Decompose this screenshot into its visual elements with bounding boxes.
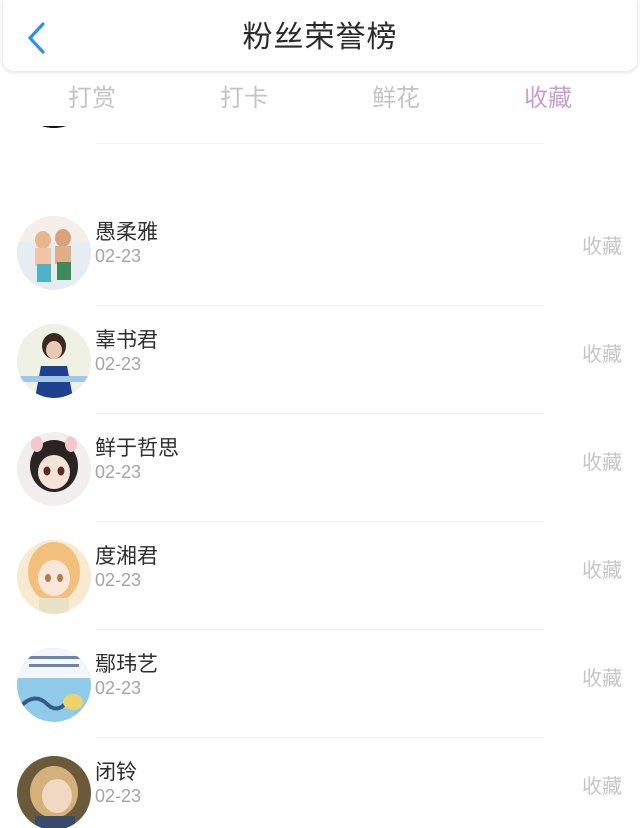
item-name: 鄢玮艺 (95, 652, 158, 676)
item-name: 辜书君 (95, 328, 158, 352)
fan-ranking-list[interactable]: 02-23 愚柔雅 02-23 收藏 (0, 126, 640, 828)
favorite-label: 收藏 (582, 666, 622, 690)
item-name: 闭铃 (95, 760, 137, 784)
favorite-label: 收藏 (582, 774, 622, 798)
list-item[interactable]: 02-23 (0, 126, 640, 144)
item-name: 度湘君 (95, 544, 158, 568)
tab-favorites[interactable]: 收藏 (488, 80, 608, 116)
favorite-label: 收藏 (582, 558, 622, 582)
row-divider (96, 143, 544, 144)
list-item[interactable]: 闭铃 02-23 收藏 (0, 738, 640, 828)
item-name: 愚柔雅 (95, 220, 158, 244)
avatar (17, 540, 91, 614)
list-item[interactable]: 愚柔雅 02-23 收藏 (0, 198, 640, 306)
favorite-label: 收藏 (582, 234, 622, 258)
tab-checkin[interactable]: 打卡 (184, 80, 304, 116)
tab-bar: 打赏 打卡 鲜花 收藏 (0, 72, 640, 126)
avatar (17, 648, 91, 722)
avatar (17, 756, 91, 828)
page-title: 粉丝荣誉榜 (242, 20, 398, 55)
list-item[interactable]: 度湘君 02-23 收藏 (0, 522, 640, 630)
list-item[interactable]: 鄢玮艺 02-23 收藏 (0, 630, 640, 738)
tab-reward[interactable]: 打赏 (32, 80, 152, 116)
item-name: 鲜于哲思 (95, 436, 179, 460)
avatar (17, 432, 91, 506)
favorite-label: 收藏 (582, 342, 622, 366)
item-date: 02-23 (95, 678, 142, 698)
avatar (17, 126, 91, 128)
avatar (17, 324, 91, 398)
item-date: 02-23 (95, 246, 142, 266)
item-date: 02-23 (95, 354, 142, 374)
list-item[interactable]: 辜书君 02-23 收藏 (0, 306, 640, 414)
item-date: 02-23 (95, 462, 142, 482)
item-date: 02-23 (95, 786, 142, 806)
avatar (17, 216, 91, 290)
item-date: 02-23 (95, 570, 142, 590)
top-bar: 粉丝荣誉榜 (2, 0, 638, 72)
favorite-label: 收藏 (582, 450, 622, 474)
list-item[interactable]: 鲜于哲思 02-23 收藏 (0, 414, 640, 522)
tab-flowers[interactable]: 鲜花 (336, 80, 456, 116)
